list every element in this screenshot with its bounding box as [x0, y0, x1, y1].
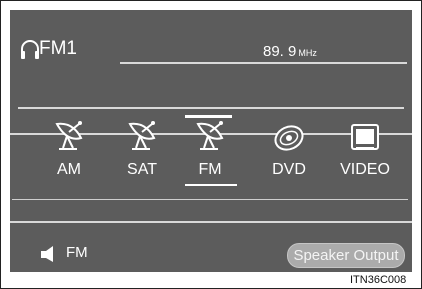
source-fm-button[interactable]: FM [178, 118, 242, 178]
screen-icon [351, 124, 379, 150]
speaker-output-button[interactable]: Speaker Output [287, 243, 405, 268]
frequency-value: 89. 9 [263, 43, 297, 60]
divider [12, 199, 408, 200]
source-am-label: AM [57, 161, 81, 178]
source-video-label: VIDEO [340, 161, 390, 178]
source-video-button[interactable]: VIDEO [333, 118, 397, 178]
headphones-icon [21, 40, 39, 59]
source-fm-label: FM [198, 161, 222, 178]
speaker-icon [41, 246, 53, 262]
source-sat-label: SAT [127, 161, 157, 178]
source-am-button[interactable]: AM [37, 118, 101, 178]
disc-icon [274, 125, 304, 151]
source-dvd-label: DVD [272, 161, 306, 178]
title-divider [120, 62, 407, 64]
figure-frame: FM1 89. 9 MHz AM SAT FM DVD VIDEO FM Spe… [0, 0, 422, 289]
source-dvd-button[interactable]: DVD [257, 118, 321, 178]
satellite-dish-icon [55, 121, 83, 150]
divider [18, 107, 404, 109]
current-source-label: FM [66, 244, 88, 261]
frequency-unit: MHz [298, 48, 317, 58]
audio-screen: FM1 89. 9 MHz AM SAT FM DVD VIDEO FM Spe… [10, 10, 412, 272]
selected-source-underline [185, 184, 237, 186]
figure-code: ITN36C008 [350, 274, 407, 286]
satellite-dish-icon [128, 121, 156, 150]
satellite-dish-icon [196, 121, 224, 150]
band-title: FM1 [39, 38, 77, 59]
source-sat-button[interactable]: SAT [110, 118, 174, 178]
divider [10, 221, 412, 223]
frequency-display: 89. 9 MHz [263, 43, 317, 60]
